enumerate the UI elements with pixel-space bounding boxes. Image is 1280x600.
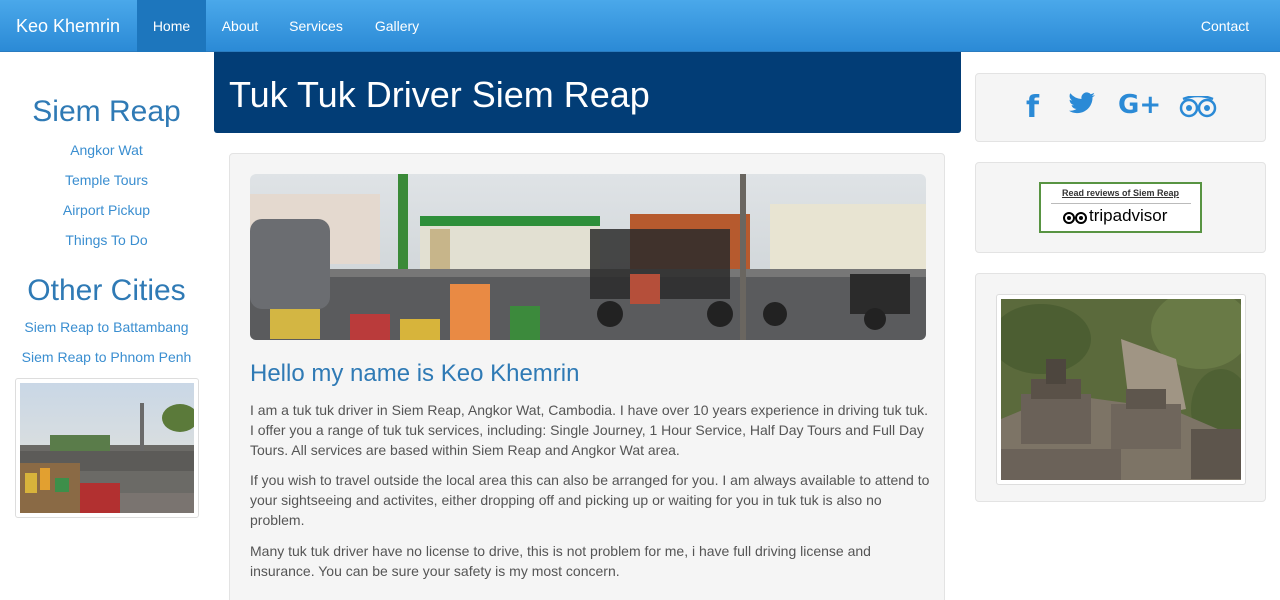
street-photo-thumbnail[interactable] bbox=[15, 378, 199, 518]
facebook-icon[interactable]: f bbox=[1026, 90, 1039, 125]
sidebar-link-temple-tours[interactable]: Temple Tours bbox=[0, 165, 213, 195]
tripadvisor-read-reviews-link[interactable]: Read reviews of Siem Reap bbox=[1041, 188, 1200, 198]
tripadvisor-logo-icon bbox=[1063, 212, 1087, 224]
street-photo-image bbox=[20, 383, 198, 513]
left-sidebar: Siem Reap Angkor Wat Temple Tours Airpor… bbox=[0, 52, 213, 402]
intro-paragraph: I am a tuk tuk driver in Siem Reap, Angk… bbox=[250, 402, 929, 458]
sidebar-link-airport-pickup[interactable]: Airport Pickup bbox=[0, 195, 213, 225]
twitter-icon[interactable] bbox=[1068, 92, 1096, 121]
hero-street-image bbox=[250, 174, 926, 340]
sidebar-link-battambang[interactable]: Siem Reap to Battambang bbox=[0, 312, 213, 342]
greeting-heading: Hello my name is Keo Khemrin bbox=[250, 360, 580, 387]
sidebar-link-phnom-penh[interactable]: Siem Reap to Phnom Penh bbox=[0, 342, 213, 372]
sidebar-link-angkor-wat[interactable]: Angkor Wat bbox=[0, 135, 213, 165]
nav-about[interactable]: About bbox=[206, 0, 274, 52]
nav-contact[interactable]: Contact bbox=[1186, 0, 1264, 52]
google-plus-icon[interactable]: G+ bbox=[1118, 90, 1161, 120]
page-title: Tuk Tuk Driver Siem Reap bbox=[229, 74, 650, 115]
license-paragraph: Many tuk tuk driver have no license to d… bbox=[250, 543, 871, 579]
brand-link[interactable]: Keo Khemrin bbox=[16, 0, 120, 52]
hero-street-photo bbox=[250, 174, 926, 340]
other-cities-heading: Other Cities bbox=[27, 274, 186, 307]
temple-photo-panel bbox=[975, 273, 1266, 502]
tripadvisor-panel: Read reviews of Siem Reap tripadvisor bbox=[975, 162, 1266, 253]
temple-photo-image bbox=[991, 289, 1251, 480]
travel-paragraph: If you wish to travel outside the local … bbox=[250, 472, 930, 528]
sidebar-link-things-to-do[interactable]: Things To Do bbox=[0, 225, 213, 255]
tripadvisor-badge[interactable]: Read reviews of Siem Reap tripadvisor bbox=[1039, 182, 1202, 233]
tripadvisor-owl-icon[interactable] bbox=[1179, 94, 1217, 123]
siem-reap-heading: Siem Reap bbox=[32, 95, 181, 128]
page-title-bar: Tuk Tuk Driver Siem Reap bbox=[214, 52, 961, 133]
nav-home[interactable]: Home bbox=[137, 0, 206, 52]
main-content-panel: Hello my name is Keo Khemrin I am a tuk … bbox=[229, 153, 945, 600]
nav-services[interactable]: Services bbox=[274, 0, 358, 52]
top-navbar: Keo Khemrin Home About Services Gallery … bbox=[0, 0, 1280, 52]
social-links-panel: f G+ bbox=[975, 73, 1266, 142]
temple-photo-thumbnail[interactable] bbox=[991, 289, 1251, 485]
nav-gallery[interactable]: Gallery bbox=[358, 0, 436, 52]
tripadvisor-wordmark: tripadvisor bbox=[1089, 206, 1168, 225]
